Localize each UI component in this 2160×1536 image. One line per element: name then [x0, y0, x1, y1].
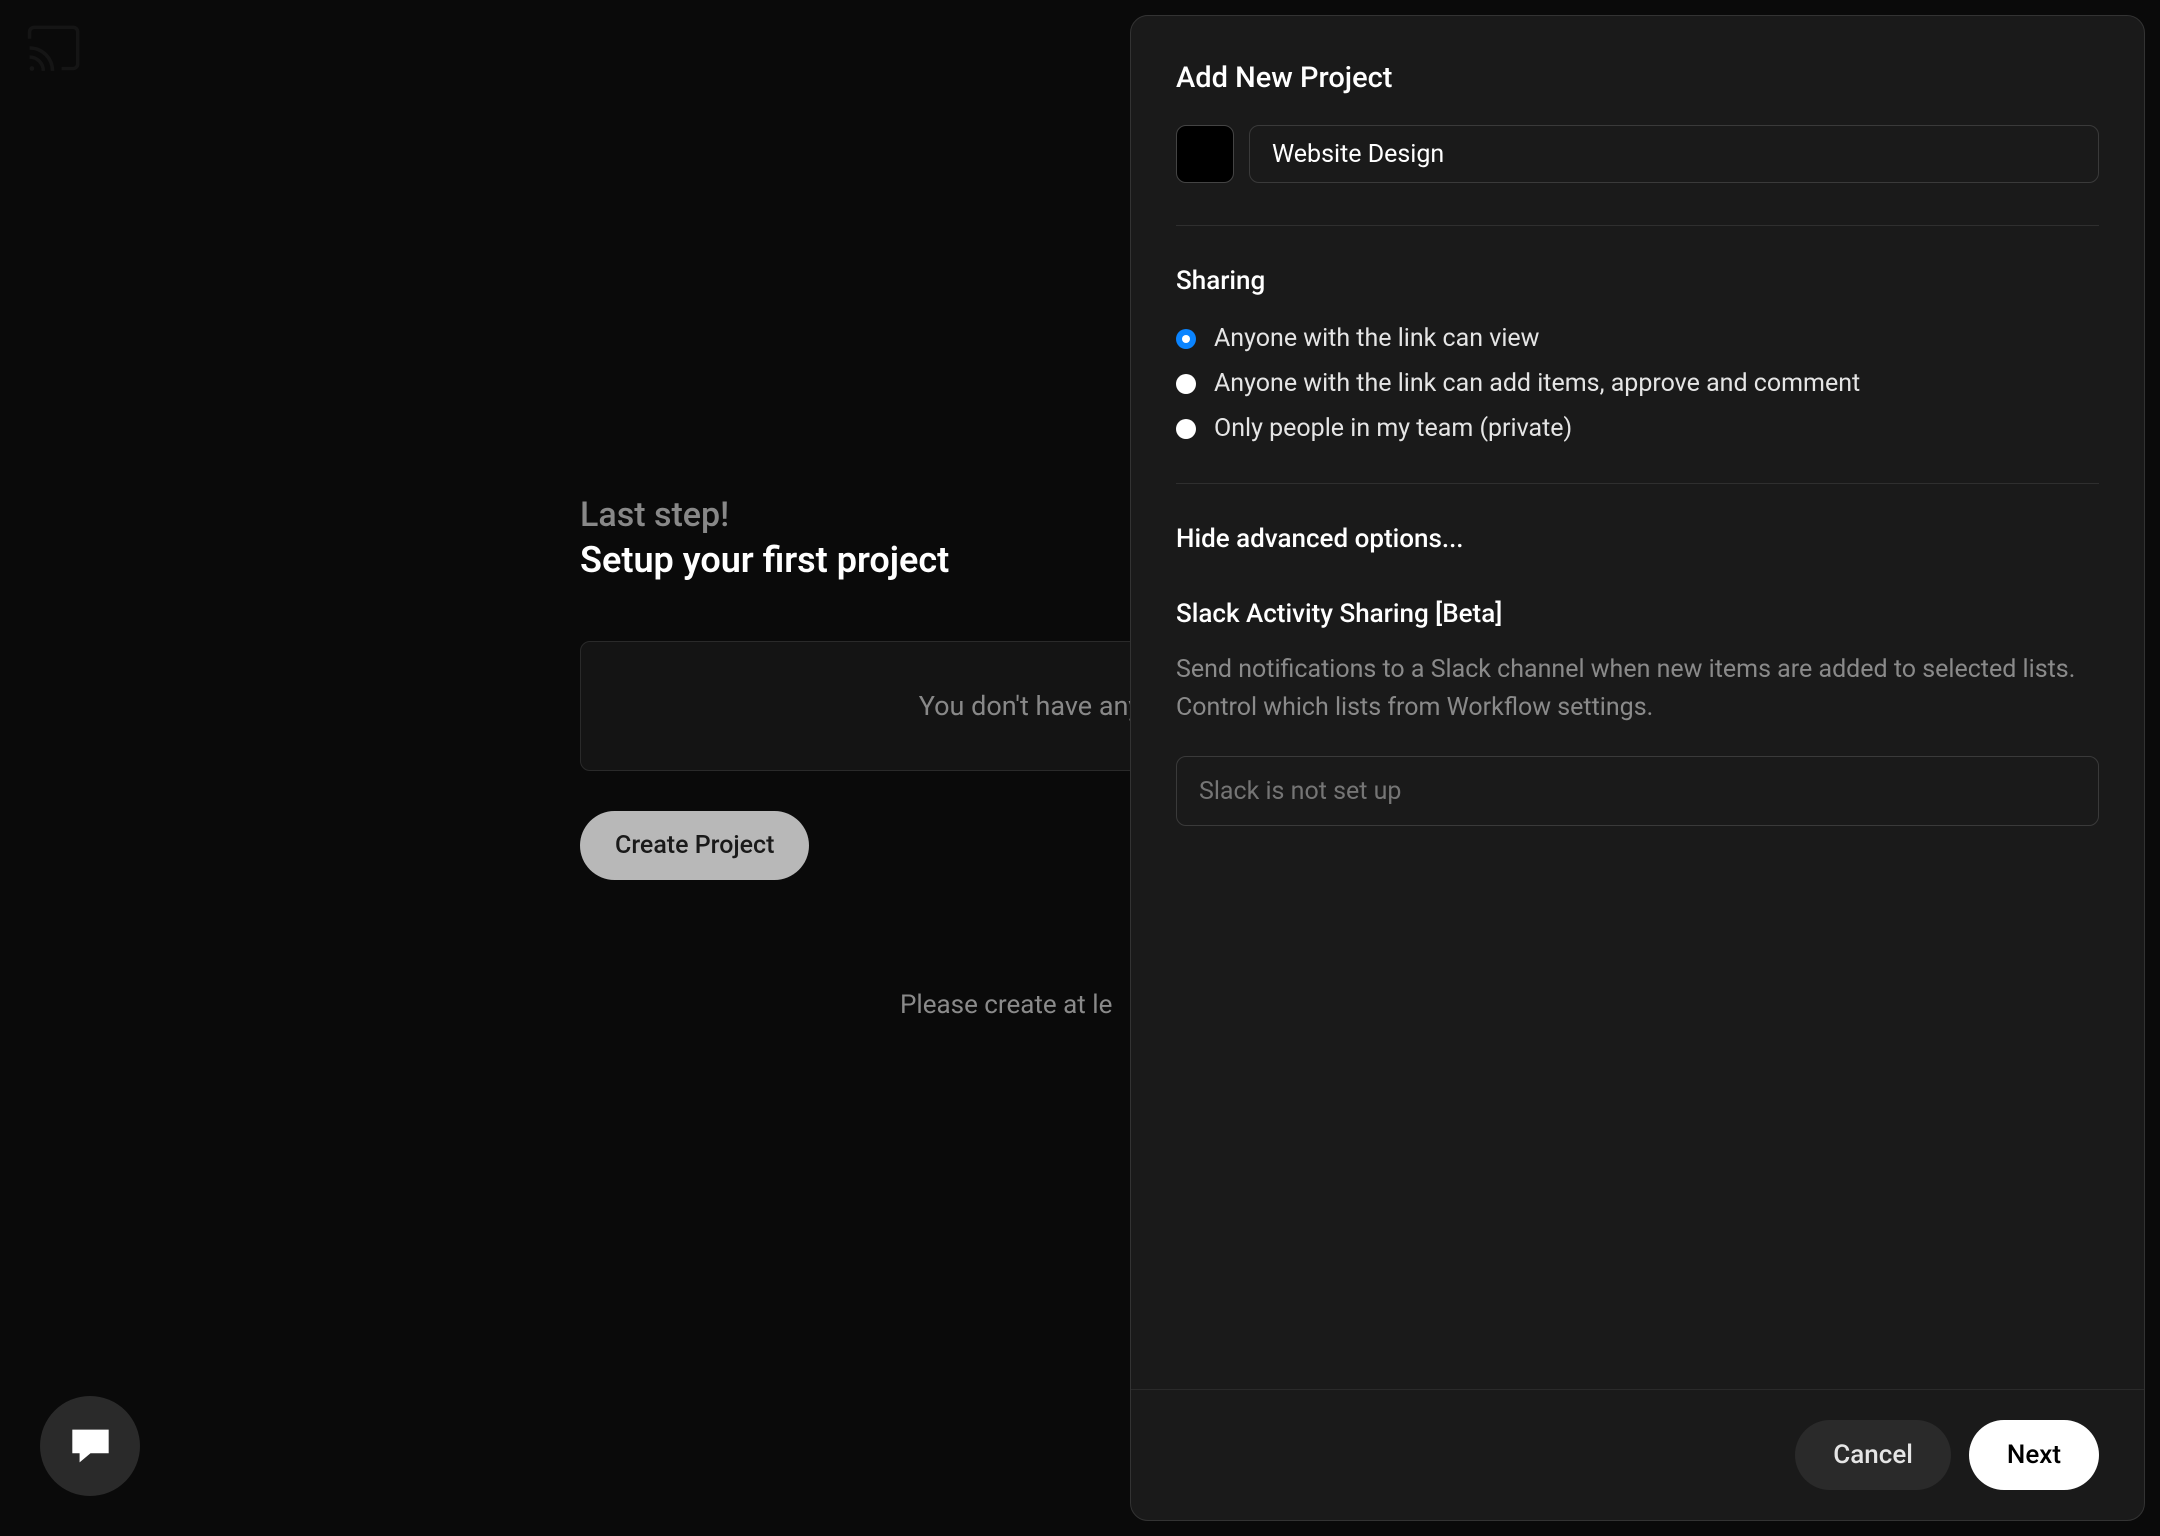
cast-icon: [25, 25, 80, 70]
radio-icon: [1176, 374, 1196, 394]
modal-body: Add New Project Sharing Anyone with the …: [1131, 16, 2144, 1389]
sharing-section-title: Sharing: [1176, 266, 2099, 296]
sharing-option-view[interactable]: Anyone with the link can view: [1176, 324, 2099, 353]
sharing-radio-group: Anyone with the link can view Anyone wit…: [1176, 324, 2099, 443]
slack-description: Send notifications to a Slack channel wh…: [1176, 651, 2099, 726]
modal-title: Add New Project: [1176, 61, 2099, 95]
sharing-option-private[interactable]: Only people in my team (private): [1176, 414, 2099, 443]
modal-footer: Cancel Next: [1131, 1389, 2144, 1520]
slack-section-title: Slack Activity Sharing [Beta]: [1176, 599, 2099, 629]
sharing-option-contribute[interactable]: Anyone with the link can add items, appr…: [1176, 369, 2099, 398]
cancel-button[interactable]: Cancel: [1795, 1420, 1951, 1490]
divider: [1176, 225, 2099, 226]
toggle-advanced-options[interactable]: Hide advanced options...: [1176, 524, 2099, 554]
add-project-modal: Add New Project Sharing Anyone with the …: [1130, 15, 2145, 1521]
radio-icon: [1176, 419, 1196, 439]
project-name-row: [1176, 125, 2099, 183]
radio-icon: [1176, 329, 1196, 349]
project-color-swatch[interactable]: [1176, 125, 1234, 183]
next-button[interactable]: Next: [1969, 1420, 2099, 1490]
slack-channel-input[interactable]: [1176, 756, 2099, 826]
project-name-input[interactable]: [1249, 125, 2099, 183]
create-project-button[interactable]: Create Project: [580, 811, 809, 880]
chat-icon: [68, 1426, 113, 1466]
radio-label: Anyone with the link can view: [1214, 324, 1539, 353]
radio-label: Only people in my team (private): [1214, 414, 1572, 443]
divider: [1176, 483, 2099, 484]
radio-label: Anyone with the link can add items, appr…: [1214, 369, 1860, 398]
chat-fab[interactable]: [40, 1396, 140, 1496]
